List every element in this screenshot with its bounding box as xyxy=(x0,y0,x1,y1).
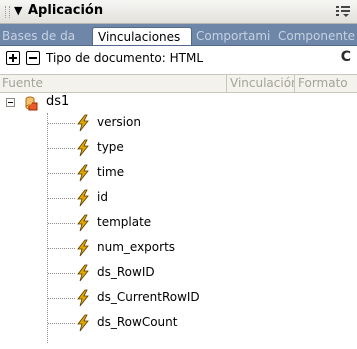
lightning-bolt-icon xyxy=(77,239,89,257)
lightning-bolt-icon xyxy=(77,314,89,332)
collapse-arrow-icon[interactable]: ▼ xyxy=(14,4,22,17)
collapse-node-icon[interactable] xyxy=(6,98,15,107)
panel-tab-strip: Bases de da Vinculaciones Comportami Com… xyxy=(0,24,357,46)
dataset-icon xyxy=(25,96,38,111)
column-header-vinculacion[interactable]: Vinculación xyxy=(226,75,294,92)
tab-comportamientos[interactable]: Comportami xyxy=(194,27,276,45)
tree-item-label: type xyxy=(97,140,124,154)
tab-componentes[interactable]: Componente xyxy=(276,27,357,45)
lightning-bolt-icon xyxy=(77,214,89,232)
lightning-bolt-icon xyxy=(77,139,89,157)
tree-branch-line xyxy=(48,198,75,199)
panel-options-menu-icon[interactable] xyxy=(335,5,351,18)
tree-item-label: version xyxy=(97,115,141,129)
remove-binding-button[interactable] xyxy=(26,51,40,65)
tree-item-row[interactable]: ds_RowCount xyxy=(0,313,357,333)
tree-root-row[interactable]: ds1 xyxy=(0,93,357,113)
tree-branch-line xyxy=(48,173,75,174)
tree-item-row[interactable]: type xyxy=(0,138,357,158)
bindings-panel: ▼ Aplicación Bases de da Vinculaciones C… xyxy=(0,0,357,349)
add-binding-button[interactable] xyxy=(6,51,20,65)
tree-item-label: num_exports xyxy=(97,240,176,254)
document-type-label: Tipo de documento: HTML xyxy=(46,51,204,65)
bindings-table-header: Fuente Vinculación Formato xyxy=(0,74,357,93)
tree-item-row[interactable]: template xyxy=(0,213,357,233)
lightning-bolt-icon xyxy=(77,264,89,282)
column-header-formato[interactable]: Formato xyxy=(294,75,357,92)
tree-branch-line xyxy=(48,148,75,149)
tab-vinculaciones[interactable]: Vinculaciones xyxy=(92,27,192,45)
panel-title-bar[interactable]: ▼ Aplicación xyxy=(0,0,357,24)
tree-item-row[interactable]: ds_RowID xyxy=(0,263,357,283)
plus-icon xyxy=(9,54,17,62)
column-header-fuente[interactable]: Fuente xyxy=(0,75,226,92)
tree-item-row[interactable]: time xyxy=(0,163,357,183)
tree-branch-line xyxy=(48,273,75,274)
panel-grip-handle[interactable] xyxy=(5,6,10,18)
tree-item-label: ds_RowCount xyxy=(97,315,178,329)
tree-item-label: template xyxy=(97,215,152,229)
tree-root-label: ds1 xyxy=(46,94,70,109)
tab-bases-de-datos[interactable]: Bases de da xyxy=(0,27,92,45)
bindings-toolbar: Tipo de documento: HTML C xyxy=(0,46,357,72)
lightning-bolt-icon xyxy=(77,189,89,207)
lightning-bolt-icon xyxy=(77,114,89,132)
refresh-icon[interactable]: C xyxy=(341,49,351,65)
lightning-bolt-icon xyxy=(77,164,89,182)
tree-branch-line xyxy=(48,248,75,249)
tree-item-label: ds_CurrentRowID xyxy=(97,290,200,304)
tree-item-row[interactable]: version xyxy=(0,113,357,133)
lightning-bolt-icon xyxy=(77,289,89,307)
tree-item-label: id xyxy=(97,190,108,204)
binding-source-tree: ds1 version type time id template num_exports… xyxy=(0,93,357,349)
tree-item-label: ds_RowID xyxy=(97,265,155,279)
tree-item-label: time xyxy=(97,165,125,179)
tree-item-row[interactable]: ds_CurrentRowID xyxy=(0,288,357,308)
panel-title[interactable]: Aplicación xyxy=(28,3,103,18)
tree-item-row[interactable]: id xyxy=(0,188,357,208)
tree-branch-line xyxy=(48,223,75,224)
tree-branch-line xyxy=(48,123,75,124)
tree-item-row[interactable]: num_exports xyxy=(0,238,357,258)
tree-branch-line xyxy=(48,298,75,299)
minus-icon xyxy=(29,57,37,59)
tree-branch-line xyxy=(48,323,75,324)
